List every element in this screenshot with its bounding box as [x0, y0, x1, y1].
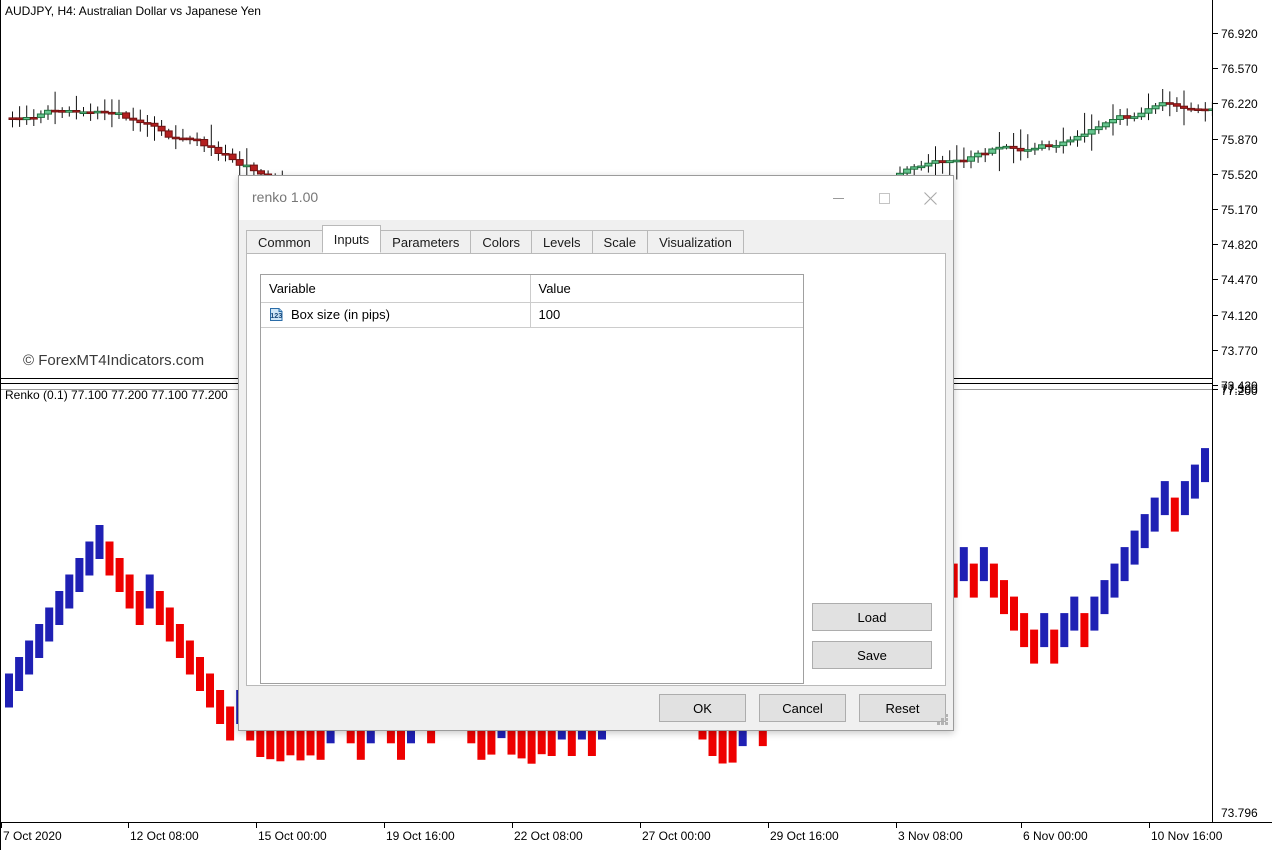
time-label: 10 Nov 16:00	[1151, 829, 1223, 843]
time-label: 12 Oct 08:00	[130, 829, 199, 843]
column-header-variable: Variable	[261, 275, 531, 303]
price-tick	[1213, 209, 1218, 210]
tab-inputs[interactable]: Inputs	[321, 225, 382, 253]
time-tick	[1149, 823, 1150, 828]
price-label: 74.470	[1221, 273, 1258, 288]
price-tick	[1213, 103, 1218, 105]
tab-visualization[interactable]: Visualization	[647, 230, 744, 253]
time-tick	[896, 823, 897, 828]
mt4-chart-screen: AUDJPY, H4: Australian Dollar vs Japanes…	[0, 0, 1272, 850]
price-tick	[1213, 314, 1218, 316]
tab-label: Parameters	[392, 234, 460, 250]
load-button[interactable]: Load	[812, 603, 932, 631]
inputs-table: Variable Value 123 Box size (in pips) 100	[261, 275, 803, 328]
variable-cell-content: 123 Box size (in pips)	[269, 307, 530, 322]
time-label: 3 Nov 08:00	[898, 829, 963, 843]
cell-value[interactable]: 100	[530, 302, 803, 328]
price-label: 75.870	[1221, 132, 1258, 147]
price-tick	[1213, 385, 1218, 386]
tab-strip: Common Inputs Parameters Colors Levels Scale V…	[246, 225, 744, 253]
window-controls	[815, 176, 953, 220]
price-tick	[1213, 33, 1218, 34]
price-label: 75.170	[1221, 203, 1258, 217]
tab-label: Inputs	[333, 231, 370, 247]
price-tick	[1213, 349, 1218, 351]
time-label: 27 Oct 00:00	[642, 829, 711, 843]
price-tick	[1213, 138, 1218, 140]
svg-text:123: 123	[270, 311, 282, 320]
time-tick	[512, 823, 513, 828]
time-tick	[1, 823, 2, 828]
tab-label: Scale	[603, 234, 637, 250]
ok-button[interactable]: OK	[659, 694, 746, 722]
minimize-icon	[832, 197, 844, 199]
reset-button[interactable]: Reset	[859, 694, 946, 722]
close-icon	[923, 191, 937, 205]
price-tick	[1213, 173, 1218, 175]
minimize-button[interactable]	[815, 176, 861, 220]
time-label: 7 Oct 2020	[3, 829, 62, 843]
table-row[interactable]: 123 Box size (in pips) 100	[261, 302, 803, 328]
time-label: 19 Oct 16:00	[386, 829, 455, 843]
price-label-last: 73.796	[1221, 806, 1258, 820]
save-button[interactable]: Save	[812, 641, 932, 669]
maximize-icon	[878, 192, 890, 204]
cell-variable: 123 Box size (in pips)	[261, 302, 531, 328]
price-label: 74.820	[1221, 238, 1258, 253]
price-label: 76.220	[1221, 97, 1258, 112]
tab-panel-inputs: Variable Value 123 Box size (in pips) 100 …	[246, 253, 946, 686]
tab-levels[interactable]: Levels	[530, 230, 593, 253]
tab-label: Colors	[482, 234, 520, 250]
price-label: 73.770	[1221, 343, 1258, 358]
variable-name: Box size (in pips)	[291, 307, 390, 322]
time-label: 6 Nov 00:00	[1023, 829, 1088, 843]
inputs-table-body: 123 Box size (in pips) 100	[261, 302, 803, 328]
tab-label: Visualization	[659, 234, 732, 250]
price-tick	[1213, 279, 1218, 281]
price-label: 76.570	[1221, 62, 1258, 77]
price-scale[interactable]: 76.920 76.570 76.220 75.870 75.520 75.170 74.8…	[1212, 0, 1272, 822]
tab-label: Common	[258, 234, 311, 250]
time-scale[interactable]: 7 Oct 2020 12 Oct 08:00 15 Oct 00:00 19 Oct…	[1, 822, 1272, 850]
dialog-titlebar[interactable]: renko 1.00	[239, 176, 953, 220]
dialog-body: Common Inputs Parameters Colors Levels Scale V…	[239, 220, 953, 730]
indicator-properties-dialog: renko 1.00 Common Inputs Parameters Colo…	[238, 175, 954, 731]
price-tick	[1213, 244, 1218, 246]
time-tick	[128, 823, 129, 828]
chart-watermark: © ForexMT4Indicators.com	[23, 352, 205, 369]
time-tick	[640, 823, 641, 828]
price-label: 76.920	[1221, 27, 1258, 41]
dialog-title: renko 1.00	[252, 189, 319, 205]
resize-grip-icon[interactable]	[936, 714, 949, 727]
time-label: 29 Oct 16:00	[770, 829, 839, 843]
close-button[interactable]	[907, 176, 953, 220]
cancel-button[interactable]: Cancel	[759, 694, 846, 722]
price-tick	[1213, 389, 1218, 390]
time-label: 15 Oct 00:00	[258, 829, 327, 843]
tab-label: Levels	[542, 234, 581, 250]
inputs-table-container[interactable]: Variable Value 123 Box size (in pips) 100	[260, 274, 804, 684]
price-label: 74.120	[1221, 308, 1258, 323]
tab-scale[interactable]: Scale	[591, 230, 649, 253]
tab-colors[interactable]: Colors	[470, 230, 532, 253]
price-tick	[1213, 68, 1218, 70]
time-tick	[384, 823, 385, 828]
tab-common[interactable]: Common	[246, 230, 323, 253]
time-tick	[768, 823, 769, 828]
dialog-footer-buttons: OK Cancel Reset	[659, 694, 946, 722]
time-tick	[1021, 823, 1022, 828]
number-123-icon: 123	[269, 307, 284, 322]
column-header-value: Value	[530, 275, 803, 303]
price-label: 75.520	[1221, 167, 1258, 182]
table-header-row: Variable Value	[261, 275, 803, 303]
maximize-button[interactable]	[861, 176, 907, 220]
time-tick	[256, 823, 257, 828]
tab-parameters[interactable]: Parameters	[380, 230, 472, 253]
price-label-subwindow: 77.200	[1221, 384, 1258, 398]
time-label: 22 Oct 08:00	[514, 829, 583, 843]
